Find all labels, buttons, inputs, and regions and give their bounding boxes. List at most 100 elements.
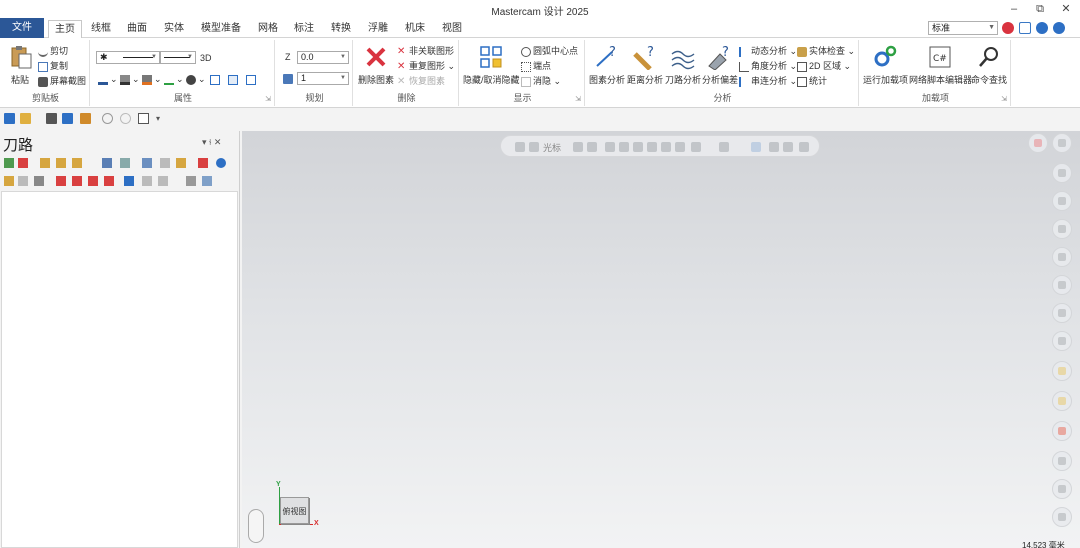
select-face-icon[interactable] <box>661 142 671 152</box>
restore-button[interactable]: ⧉ <box>1030 1 1050 17</box>
solid-check-button[interactable]: 实体检查 ⌄ <box>797 45 855 57</box>
close-button[interactable]: ✕ <box>1056 1 1076 17</box>
restore-entity-button[interactable]: ✕ 恢复图素 <box>397 75 445 87</box>
material-button[interactable]: ⌄ <box>186 73 206 85</box>
save-icon[interactable] <box>4 113 15 124</box>
dynamic-analysis-button[interactable]: 动态分析 ⌄ <box>739 45 797 57</box>
customize-qat-icon[interactable]: ▾ <box>156 113 167 124</box>
tab-solids[interactable]: 实体 <box>161 20 187 38</box>
tab-surfaces[interactable]: 曲面 <box>124 20 150 38</box>
new-file-icon[interactable] <box>138 113 149 124</box>
minimize-button[interactable]: – <box>1004 1 1024 17</box>
color-view-icon[interactable] <box>1052 421 1072 441</box>
save-as-icon[interactable] <box>62 113 73 124</box>
active-selection-icon[interactable] <box>751 142 761 152</box>
info-icon[interactable] <box>1036 22 1048 34</box>
circle-tool-icon[interactable] <box>1052 191 1072 211</box>
select-chain-icon[interactable] <box>633 142 643 152</box>
hide-unhide-button[interactable]: 隐藏/取消隐藏 <box>463 44 520 86</box>
endpoints-button[interactable]: 端点 <box>521 60 551 72</box>
lock-selection-icon[interactable] <box>515 142 525 152</box>
help-icon[interactable] <box>1053 22 1065 34</box>
solid-color-button[interactable]: ⌄ <box>142 73 162 85</box>
insert-arrow-icon[interactable] <box>88 176 98 186</box>
level-input[interactable]: 1 ▼ <box>297 72 349 85</box>
vertical-select-icon[interactable] <box>691 142 701 152</box>
redo-icon[interactable] <box>120 113 131 124</box>
tab-mesh[interactable]: 网格 <box>255 20 281 38</box>
area-2d-button[interactable]: 2D 区域 ⌄ <box>797 60 851 72</box>
simulate-icon[interactable] <box>142 158 152 168</box>
post-g1-icon[interactable] <box>160 158 170 168</box>
tab-model-prep[interactable]: 模型准备 <box>198 20 244 38</box>
help-community-icon[interactable] <box>1002 22 1014 34</box>
scroll-to-insert-icon[interactable] <box>104 176 114 186</box>
view-scroll-control[interactable] <box>248 509 264 543</box>
tab-relief[interactable]: 浮雕 <box>365 20 391 38</box>
no-action-icon[interactable] <box>1028 133 1048 153</box>
cut-button[interactable]: 剪切 <box>38 45 68 57</box>
view-cube[interactable]: 俯视图 <box>280 497 309 524</box>
analysis-deviation-button[interactable]: ? 分析偏差 <box>702 44 738 86</box>
blank-button[interactable]: 消隐 ⌄ <box>521 75 561 87</box>
tab-home[interactable]: 主页 <box>48 20 82 39</box>
measure-tool-icon[interactable] <box>1052 303 1072 323</box>
chain-analysis-button[interactable]: 串连分析 ⌄ <box>739 75 797 87</box>
dialog-launcher-icon[interactable]: ⇲ <box>265 95 271 103</box>
select-body-icon[interactable] <box>675 142 685 152</box>
open-icon[interactable] <box>20 113 31 124</box>
delete-operations-icon[interactable] <box>198 158 208 168</box>
clear-color-button[interactable] <box>210 73 222 85</box>
delete-unrelated-button[interactable]: ✕ 非关联图形 <box>397 45 454 57</box>
move-down-icon[interactable] <box>56 176 66 186</box>
regenerate-dirty-icon[interactable] <box>56 158 66 168</box>
verify-icon[interactable] <box>120 158 130 168</box>
graphics-viewport[interactable]: 光标 Y X 俯视图 14.523 毫米 <box>242 131 1080 548</box>
solid-tool-icon[interactable] <box>1052 331 1072 351</box>
add-icon[interactable] <box>1052 133 1072 153</box>
wire-color-button[interactable]: ⌄ <box>98 73 118 85</box>
dimension-button[interactable]: ⌄ <box>164 73 184 85</box>
tab-file[interactable]: 文件 <box>0 18 44 38</box>
angle-analysis-button[interactable]: 角度分析 ⌄ <box>739 60 797 72</box>
tab-view[interactable]: 视图 <box>439 20 465 38</box>
entity-analysis-button[interactable]: ? 图素分析 <box>589 44 625 86</box>
toggle-posting-icon[interactable] <box>72 158 82 168</box>
run-addin-button[interactable]: 运行加载项 <box>863 44 908 86</box>
toggle-posting-icon[interactable] <box>34 176 44 186</box>
reselect-icon[interactable] <box>783 142 793 152</box>
tab-transform[interactable]: 转换 <box>328 20 354 38</box>
print-icon[interactable] <box>46 113 57 124</box>
regenerate-icon[interactable] <box>40 158 50 168</box>
rectangle-tool-icon[interactable] <box>1052 247 1072 267</box>
toggle-display-icon[interactable] <box>18 176 28 186</box>
dialog-launcher-icon[interactable]: ⇲ <box>1001 95 1007 103</box>
arc-center-button[interactable]: 圆弧中心点 <box>521 45 578 57</box>
set-attributes-button[interactable] <box>228 73 240 85</box>
panel-window-controls[interactable]: ▾ ⫮ ✕ <box>202 137 221 148</box>
cplane-tool-icon[interactable] <box>1052 479 1072 499</box>
show-selected-icon[interactable] <box>142 176 152 186</box>
arc-tool-icon[interactable] <box>1052 219 1072 239</box>
dimension-tool-icon[interactable] <box>1052 275 1072 295</box>
screenshot-button[interactable]: 屏幕截图 <box>38 75 86 87</box>
toolpath-tree[interactable] <box>1 191 238 548</box>
tab-machine[interactable]: 机床 <box>402 20 428 38</box>
window-select-icon[interactable] <box>619 142 629 152</box>
match-attributes-button[interactable] <box>246 73 258 85</box>
undo-icon[interactable] <box>102 113 113 124</box>
help-icon[interactable] <box>216 158 226 168</box>
style-select[interactable]: 标准 ▼ <box>928 21 998 35</box>
command-finder-button[interactable]: 命令查找 <box>971 44 1007 86</box>
lock-icon[interactable] <box>4 176 14 186</box>
toolpath-groups-icon[interactable] <box>186 176 196 186</box>
tab-wireframe[interactable]: 线框 <box>88 20 114 38</box>
line-style-select[interactable]: ▼ <box>120 51 160 64</box>
toolpath-analysis-button[interactable]: 刀路分析 <box>665 44 701 86</box>
selected-only-icon[interactable] <box>124 176 134 186</box>
feedback-icon[interactable] <box>1019 22 1031 34</box>
select-all-operations-icon[interactable] <box>4 158 14 168</box>
line-tool-icon[interactable] <box>1052 163 1072 183</box>
merge-icon[interactable] <box>80 113 91 124</box>
select-mode-icon[interactable] <box>605 142 615 152</box>
